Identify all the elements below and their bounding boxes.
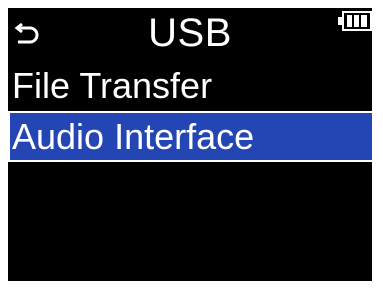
device-screen: USB File Transfer Audio Interface xyxy=(8,8,372,281)
battery-icon xyxy=(338,11,372,31)
header-bar: USB xyxy=(8,8,372,60)
page-title: USB xyxy=(148,11,232,55)
menu-item-label: Audio Interface xyxy=(12,116,255,157)
menu-item-file-transfer[interactable]: File Transfer xyxy=(8,60,372,111)
usb-menu: File Transfer Audio Interface xyxy=(8,60,372,162)
menu-item-label: File Transfer xyxy=(12,65,213,106)
menu-item-audio-interface[interactable]: Audio Interface xyxy=(8,111,372,162)
